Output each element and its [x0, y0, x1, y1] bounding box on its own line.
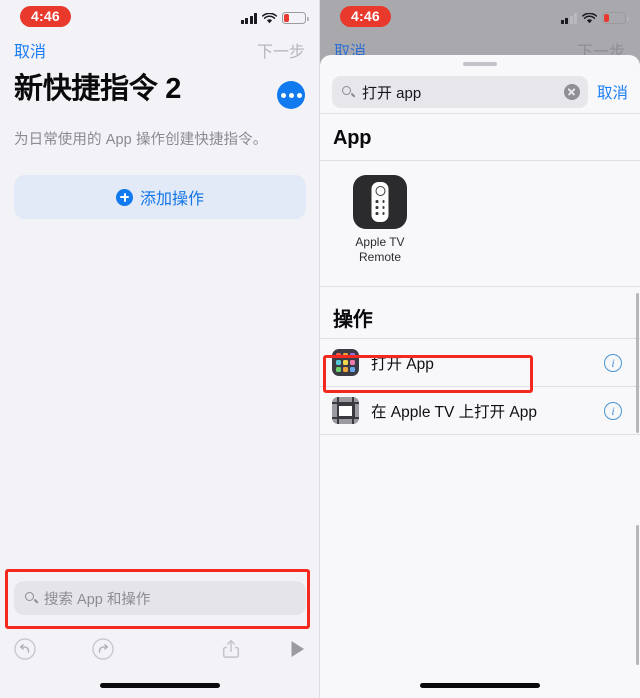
apple-tv-icon: [332, 397, 359, 424]
sheet-search-input[interactable]: 打开 app: [332, 76, 588, 108]
sheet-search-row: 打开 app 取消: [320, 72, 640, 112]
battery-low-icon: [282, 12, 309, 24]
add-action-button[interactable]: 添加操作: [14, 175, 306, 219]
divider: [320, 286, 640, 287]
sheet-search-cancel-button[interactable]: 取消: [597, 81, 628, 103]
next-button[interactable]: 下一步: [257, 38, 305, 62]
bottom-toolbar: [0, 632, 320, 666]
left-navbar: 取消 下一步: [0, 36, 320, 64]
status-indicators: [560, 10, 629, 24]
sheet-scrollbar[interactable]: [636, 525, 639, 665]
panel-divider: [319, 0, 320, 698]
screenshot-root: 4:46 取消 下一步 新快捷指令 2 为日常使用的 App 操作创建快捷指令。…: [0, 0, 640, 698]
search-icon: [25, 591, 38, 605]
page-subtitle: 为日常使用的 App 操作创建快捷指令。: [14, 132, 268, 148]
status-indicators: [240, 10, 309, 24]
search-placeholder: 搜索 App 和操作: [44, 591, 151, 608]
cellular-bars-icon: [240, 13, 257, 24]
divider: [320, 113, 640, 114]
status-time: 4:46: [340, 6, 391, 27]
page-title: 新快捷指令 2: [14, 73, 182, 105]
cancel-button[interactable]: 取消: [14, 38, 46, 62]
status-time: 4:46: [20, 6, 71, 27]
add-action-label: 添加操作: [139, 191, 204, 208]
redo-icon[interactable]: [90, 636, 116, 662]
wifi-icon: [582, 13, 597, 24]
app-grid-icon: [332, 349, 359, 376]
action-row-label: 在 Apple TV 上打开 App: [371, 403, 537, 421]
action-row-open-app[interactable]: 打开 App i: [320, 339, 640, 386]
plus-circle-icon: [115, 188, 133, 206]
left-status-bar: 4:46: [0, 0, 320, 34]
battery-low-icon: [602, 12, 629, 24]
search-input[interactable]: 搜索 App 和操作: [14, 581, 306, 615]
apple-tv-remote-icon: [353, 175, 407, 229]
sheet-search-value: 打开 app: [362, 84, 422, 102]
play-icon[interactable]: [284, 636, 310, 662]
bottom-search-container: 搜索 App 和操作: [0, 570, 320, 628]
action-row-label: 打开 App: [371, 355, 434, 373]
app-item-apple-tv-remote[interactable]: Apple TV Remote: [343, 175, 417, 265]
section-header-actions: 操作: [333, 309, 373, 331]
home-indicator: [420, 683, 540, 688]
info-circle-icon[interactable]: i: [604, 353, 622, 372]
app-item-label: Apple TV Remote: [355, 235, 405, 264]
right-phone-panel: 取消 下一步 4:46 打开 app 取消 App Apple TV Remot…: [320, 0, 640, 698]
clear-circle-icon[interactable]: [563, 84, 580, 100]
cellular-bars-icon: [560, 13, 577, 24]
share-icon[interactable]: [218, 636, 244, 662]
left-phone-panel: 4:46 取消 下一步 新快捷指令 2 为日常使用的 App 操作创建快捷指令。…: [0, 0, 320, 698]
section-header-app: App: [333, 127, 372, 149]
info-circle-icon[interactable]: i: [604, 401, 622, 420]
action-row-open-app-on-apple-tv[interactable]: 在 Apple TV 上打开 App i: [320, 387, 640, 434]
divider: [320, 160, 640, 161]
undo-icon[interactable]: [12, 636, 38, 662]
sheet-scrollbar[interactable]: [636, 293, 639, 433]
right-status-bar: 4:46: [320, 0, 640, 34]
home-indicator: [100, 683, 220, 688]
sheet-grabber[interactable]: [463, 62, 497, 66]
wifi-icon: [262, 13, 277, 24]
divider: [320, 434, 640, 435]
ellipsis-icon[interactable]: [277, 81, 305, 109]
search-icon: [342, 85, 355, 99]
action-picker-sheet: 打开 app 取消 App Apple TV Remote 操作 打开 App …: [320, 55, 640, 698]
